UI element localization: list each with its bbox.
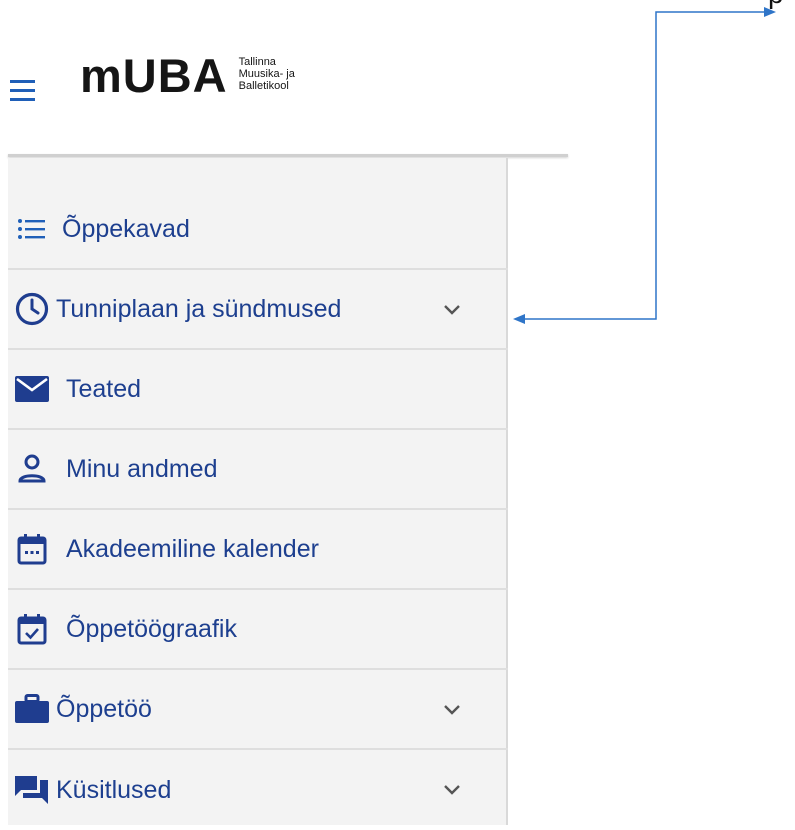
clock-icon bbox=[10, 289, 54, 329]
logo-subtitle: Tallinna Muusika- ja Balletikool bbox=[239, 56, 295, 92]
sidebar-item-akadeemiline-kalender[interactable]: Akadeemiline kalender bbox=[8, 510, 508, 590]
sidebar-item-minu-andmed[interactable]: Minu andmed bbox=[8, 430, 508, 510]
logo-subtitle-line: Muusika- ja bbox=[238, 68, 295, 80]
sidebar-item-kusitlused[interactable]: Küsitlused bbox=[8, 750, 508, 830]
sidebar-item-label: Õppetöö bbox=[56, 695, 152, 723]
header-divider bbox=[8, 154, 568, 157]
calendar-check-icon bbox=[10, 609, 54, 649]
sidebar-item-label: Minu andmed bbox=[66, 455, 218, 483]
chevron-down-icon[interactable] bbox=[440, 698, 464, 722]
sidebar-item-label: Akadeemiline kalender bbox=[66, 535, 319, 563]
calendar-icon bbox=[10, 529, 54, 569]
sidebar-item-label: Küsitlused bbox=[56, 776, 172, 804]
list-icon bbox=[10, 209, 54, 249]
sidebar-item-label: Õppetöögraafik bbox=[66, 615, 237, 643]
logo-subtitle-line: Tallinna bbox=[238, 56, 276, 68]
sidebar-item-oppetoograafik[interactable]: Õppetöögraafik bbox=[8, 590, 508, 670]
sidebar-item-label: Teated bbox=[66, 375, 142, 403]
sidebar-item-oppekavad[interactable]: Õppekavad bbox=[8, 190, 508, 270]
person-icon bbox=[10, 449, 54, 489]
hamburger-menu-icon[interactable] bbox=[10, 80, 35, 102]
caption-right-text: p bbox=[768, 0, 784, 9]
header: mUBA Tallinna Muusika- ja Balletikool bbox=[0, 0, 568, 158]
sidebar-item-label: Õppekavad bbox=[62, 215, 190, 243]
sidebar-item-label: Tunniplaan ja sündmused bbox=[56, 295, 342, 323]
sidebar-item-oppetoo[interactable]: Õppetöö bbox=[8, 670, 508, 750]
logo-wordmark: mUBA bbox=[80, 49, 228, 102]
sidebar-item-tunniplaan[interactable]: Tunniplaan ja sündmused bbox=[8, 270, 508, 350]
logo-subtitle-line: Balletikool bbox=[238, 80, 289, 92]
chevron-down-icon[interactable] bbox=[440, 778, 464, 802]
chat-icon bbox=[10, 770, 54, 810]
sidebar-item-teated[interactable]: Teated bbox=[8, 350, 508, 430]
sidebar: Õppekavad Tunniplaan ja sündmused Teated bbox=[8, 158, 508, 825]
chevron-down-icon[interactable] bbox=[440, 298, 464, 322]
logo[interactable]: mUBA Tallinna Muusika- ja Balletikool bbox=[80, 52, 295, 100]
envelope-icon bbox=[10, 369, 54, 409]
briefcase-icon bbox=[10, 689, 54, 729]
